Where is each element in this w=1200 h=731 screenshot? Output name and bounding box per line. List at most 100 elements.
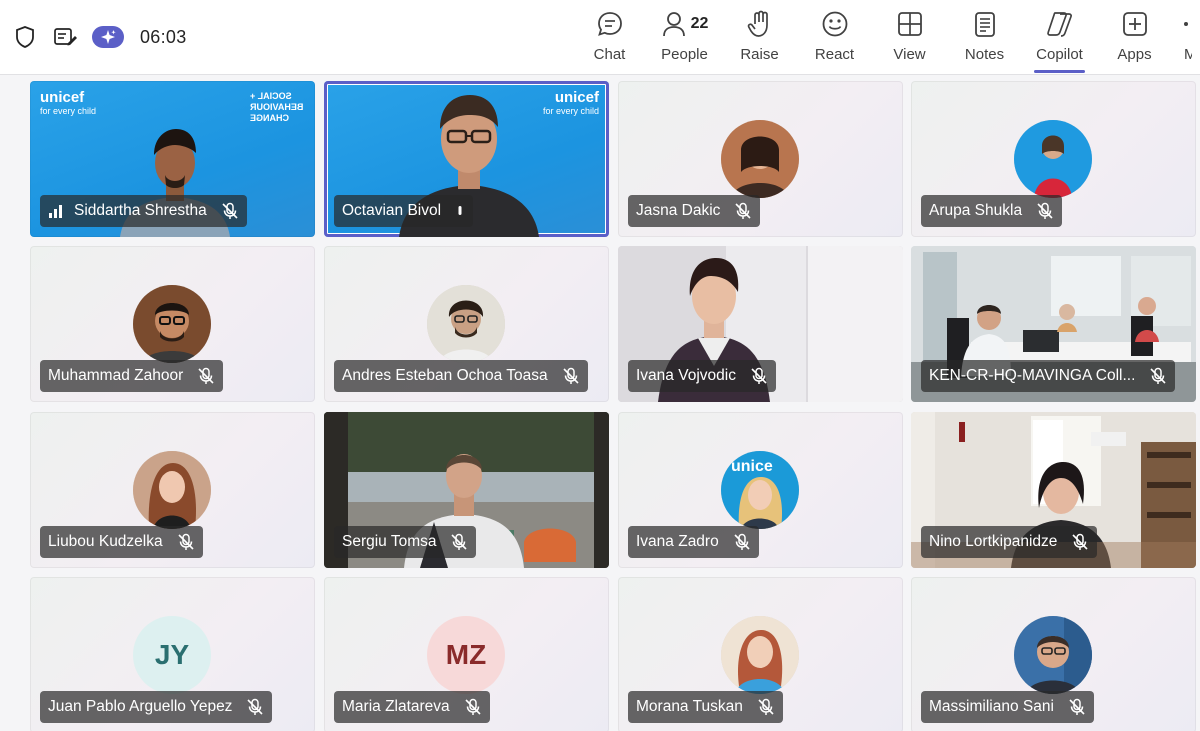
participant-name: Massimiliano Sani xyxy=(929,698,1054,715)
participant-tile[interactable]: Muhammad Zahoor xyxy=(30,246,315,402)
signal-bars-icon xyxy=(48,204,64,218)
more-icon xyxy=(1172,9,1192,39)
hand-icon xyxy=(722,9,797,39)
participant-name: Sergiu Tomsa xyxy=(342,533,437,550)
mic-off-icon xyxy=(750,367,768,385)
meeting-toolbar: Chat 22 People Raise React View Notes Co… xyxy=(572,0,1192,74)
participant-tile[interactable]: Andres Esteban Ochoa Toasa xyxy=(324,246,609,402)
participant-name: Jasna Dakic xyxy=(636,202,721,219)
plus-square-icon xyxy=(1097,9,1172,39)
copilot-sparkle-icon[interactable] xyxy=(92,26,124,48)
chat-button[interactable]: Chat xyxy=(572,0,647,74)
participant-initials-avatar: JY xyxy=(133,616,211,694)
participant-name: Muhammad Zahoor xyxy=(48,367,184,384)
participant-name-tag: Siddartha Shrestha xyxy=(40,195,247,227)
participant-name-tag: Sergiu Tomsa xyxy=(334,526,477,558)
participant-name: Andres Esteban Ochoa Toasa xyxy=(342,367,548,384)
participant-avatar xyxy=(1014,120,1092,198)
people-count: 22 xyxy=(690,15,709,32)
participant-name-tag: KEN-CR-HQ-MAVINGA Coll... xyxy=(921,360,1176,392)
chat-label: Chat xyxy=(593,46,626,63)
participant-tile[interactable]: unice Ivana Zadro xyxy=(618,412,903,568)
participant-avatar: unice xyxy=(721,451,799,529)
view-button[interactable]: View xyxy=(872,0,947,74)
participant-avatar xyxy=(721,120,799,198)
participant-name: Siddartha Shrestha xyxy=(74,202,207,219)
mic-off-icon xyxy=(450,533,468,551)
participant-name: Nino Lortkipanidze xyxy=(929,533,1058,550)
mic-off-icon xyxy=(734,202,752,220)
participant-tile[interactable]: KEN-CR-HQ-MAVINGA Coll... xyxy=(911,246,1196,402)
copilot-label: Copilot xyxy=(1036,46,1083,63)
participant-name: Arupa Shukla xyxy=(929,202,1023,219)
react-button[interactable]: React xyxy=(797,0,872,74)
meeting-timer: 06:03 xyxy=(140,26,187,47)
participant-avatar xyxy=(427,285,505,363)
participant-name-tag: Ivana Vojvodic xyxy=(628,360,776,392)
meeting-top-bar: 06:03 Chat 22 People Raise React View No… xyxy=(0,0,1200,75)
participant-name: Octavian Bivol xyxy=(342,202,442,219)
mic-off-icon xyxy=(221,202,239,220)
participant-name-tag: Ivana Zadro xyxy=(628,526,759,558)
participant-name: KEN-CR-HQ-MAVINGA Coll... xyxy=(929,367,1136,384)
mic-off-icon xyxy=(1068,698,1086,716)
unicef-tagline: for every child xyxy=(542,106,599,116)
participant-name: Juan Pablo Arguello Yepez xyxy=(48,698,233,715)
participant-initials-avatar: MZ xyxy=(427,616,505,694)
participant-name: Liubou Kudzelka xyxy=(48,533,163,550)
mic-off-icon xyxy=(246,698,264,716)
participant-name-tag: Jasna Dakic xyxy=(628,195,761,227)
participant-tile[interactable]: Sergiu Tomsa xyxy=(324,412,609,568)
apps-button[interactable]: Apps xyxy=(1097,0,1172,74)
notes-button[interactable]: Notes xyxy=(947,0,1022,74)
participant-name: Ivana Vojvodic xyxy=(636,367,736,384)
view-label: View xyxy=(893,46,926,63)
copilot-button[interactable]: Copilot xyxy=(1022,0,1097,74)
shield-icon[interactable] xyxy=(12,24,38,50)
mic-off-icon xyxy=(197,367,215,385)
raise-hand-button[interactable]: Raise xyxy=(722,0,797,74)
participant-name: Maria Zlatareva xyxy=(342,698,450,715)
unicef-word: unicef xyxy=(554,89,599,106)
meeting-info-cluster: 06:03 xyxy=(12,22,187,52)
participant-name-tag: Andres Esteban Ochoa Toasa xyxy=(334,360,588,392)
people-icon: 22 xyxy=(647,9,722,39)
smiley-icon xyxy=(797,9,872,39)
participant-tile-speaking[interactable]: unicef for every child Octavian Bivol xyxy=(324,81,609,237)
copilot-icon xyxy=(1022,9,1097,39)
mic-off-icon xyxy=(1071,533,1089,551)
participant-tile[interactable]: Liubou Kudzelka xyxy=(30,412,315,568)
participant-tile[interactable]: Nino Lortkipanidze xyxy=(911,412,1196,568)
mic-off-icon xyxy=(1036,202,1054,220)
video-gallery-grid: unicef for every child SOCIAL + BEHAVIOUR… xyxy=(0,74,1200,731)
participant-name: Morana Tuskan xyxy=(636,698,743,715)
participant-tile[interactable]: unicef for every child SOCIAL + BEHAVIOUR… xyxy=(30,81,315,237)
participant-tile[interactable]: Arupa Shukla xyxy=(911,81,1196,237)
participant-tile[interactable]: Massimiliano Sani xyxy=(911,577,1196,731)
sbc-watermark: SOCIAL + BEHAVIOUR CHANGE xyxy=(250,91,303,124)
mic-off-icon xyxy=(733,533,751,551)
people-button[interactable]: 22 People xyxy=(647,0,722,74)
participant-tile[interactable]: Jasna Dakic xyxy=(618,81,903,237)
participant-name-tag: Muhammad Zahoor xyxy=(40,360,224,392)
unicef-logo: unicef for every child xyxy=(543,89,599,116)
more-button[interactable]: M xyxy=(1172,0,1192,74)
participant-name-tag: Liubou Kudzelka xyxy=(40,526,203,558)
apps-label: Apps xyxy=(1117,46,1152,63)
unicef-logo: unicef for every child xyxy=(40,89,96,116)
grid-view-icon xyxy=(872,9,947,39)
mic-on-icon xyxy=(455,202,465,220)
participant-tile[interactable]: MZ Maria Zlatareva xyxy=(324,577,609,731)
sbc-line-2: BEHAVIOUR xyxy=(249,102,303,112)
participant-tile[interactable]: Morana Tuskan xyxy=(618,577,903,731)
notes-edit-icon[interactable] xyxy=(52,24,78,50)
participant-tile[interactable]: Ivana Vojvodic xyxy=(618,246,903,402)
participant-avatar xyxy=(133,285,211,363)
people-label: People xyxy=(661,46,708,63)
participant-name-tag: Juan Pablo Arguello Yepez xyxy=(40,691,273,723)
unicef-backdrop-text: unice xyxy=(731,458,773,475)
participant-name-tag: Morana Tuskan xyxy=(628,691,783,723)
sbc-line-1: SOCIAL + xyxy=(249,91,292,101)
participant-tile[interactable]: JY Juan Pablo Arguello Yepez xyxy=(30,577,315,731)
notes-label: Notes xyxy=(964,46,1005,63)
